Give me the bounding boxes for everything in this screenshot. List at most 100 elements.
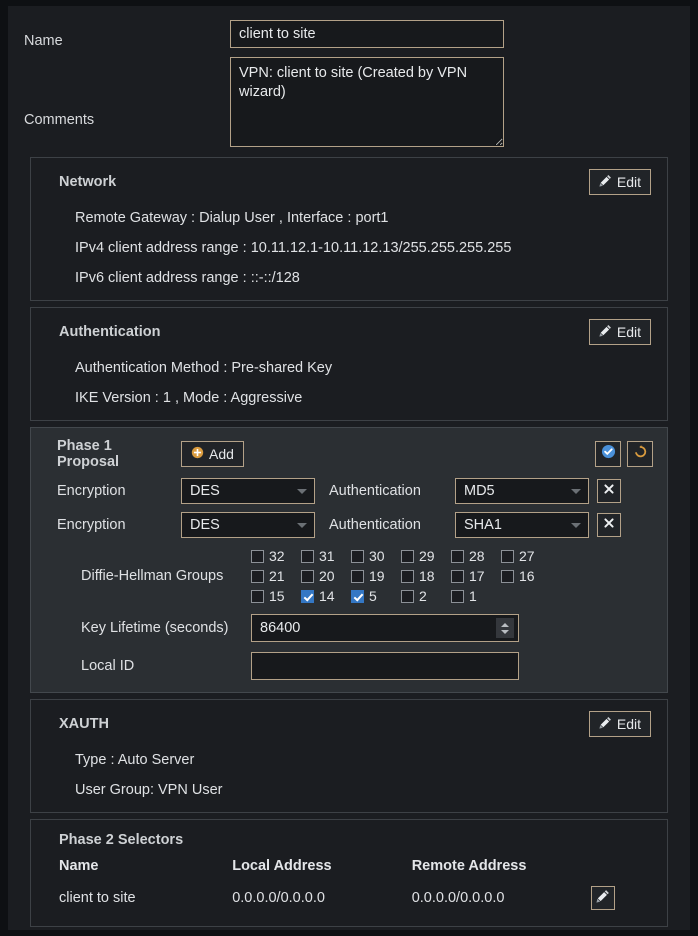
- dh-group-32-checkbox[interactable]: [251, 550, 264, 563]
- phase2-row-edit-button[interactable]: [591, 886, 615, 910]
- authentication-select[interactable]: MD5: [455, 478, 589, 504]
- column-header-local-address: Local Address: [232, 856, 411, 884]
- chevron-down-icon: [571, 523, 581, 528]
- encryption-value: DES: [190, 483, 220, 499]
- dh-group-19-label: 19: [369, 568, 385, 584]
- comments-textarea[interactable]: VPN: client to site (Created by VPN wiza…: [230, 57, 504, 147]
- network-edit-label: Edit: [617, 174, 641, 190]
- dh-group-16-checkbox[interactable]: [501, 570, 514, 583]
- diffie-hellman-groups-row: Diffie-Hellman Groups 323130292827212019…: [45, 548, 653, 604]
- dh-group-31-checkbox[interactable]: [301, 550, 314, 563]
- key-lifetime-stepper[interactable]: [496, 618, 514, 638]
- key-lifetime-value: 86400: [260, 620, 300, 636]
- dh-group-16[interactable]: 16: [501, 568, 551, 584]
- dh-group-1[interactable]: 1: [451, 588, 501, 604]
- key-lifetime-input[interactable]: 86400: [251, 614, 519, 642]
- dh-group-2[interactable]: 2: [401, 588, 451, 604]
- encryption-select[interactable]: DES: [181, 512, 315, 538]
- encryption-select[interactable]: DES: [181, 478, 315, 504]
- dh-group-19[interactable]: 19: [351, 568, 401, 584]
- authentication-edit-label: Edit: [617, 324, 641, 340]
- name-row: Name: [8, 20, 690, 51]
- dh-group-28[interactable]: 28: [451, 548, 501, 564]
- dh-group-19-checkbox[interactable]: [351, 570, 364, 583]
- cell-actions: [591, 884, 651, 912]
- authentication-select[interactable]: SHA1: [455, 512, 589, 538]
- network-line-1: IPv4 client address range : 10.11.12.1-1…: [47, 240, 651, 256]
- dh-group-20[interactable]: 20: [301, 568, 351, 584]
- pencil-icon: [596, 889, 610, 907]
- tunnel-basic-form: Name Comments VPN: client to site (Creat…: [8, 6, 690, 147]
- xauth-edit-label: Edit: [617, 716, 641, 732]
- authentication-panel: Authentication Edit Authentication Metho…: [30, 307, 668, 421]
- network-panel-header: Network Edit: [47, 168, 651, 196]
- dh-group-5-checkbox[interactable]: [351, 590, 364, 603]
- phase1-revert-button[interactable]: [627, 441, 653, 467]
- dh-group-21[interactable]: 21: [251, 568, 301, 584]
- network-edit-button[interactable]: Edit: [589, 169, 651, 195]
- cell-local-address: 0.0.0.0/0.0.0.0: [232, 884, 411, 912]
- dh-group-30[interactable]: 30: [351, 548, 401, 564]
- diffie-hellman-groups-grid: 3231302928272120191817161514521: [251, 548, 551, 604]
- dh-group-18-checkbox[interactable]: [401, 570, 414, 583]
- pencil-icon: [599, 716, 612, 732]
- dh-group-29-checkbox[interactable]: [401, 550, 414, 563]
- dh-group-27-checkbox[interactable]: [501, 550, 514, 563]
- dh-group-29[interactable]: 29: [401, 548, 451, 564]
- dh-group-14-checkbox[interactable]: [301, 590, 314, 603]
- dh-group-18[interactable]: 18: [401, 568, 451, 584]
- key-lifetime-row: Key Lifetime (seconds) 86400: [45, 614, 653, 642]
- key-lifetime-label: Key Lifetime (seconds): [45, 620, 251, 636]
- authentication-label: Authentication: [315, 483, 455, 499]
- chevron-down-icon: [297, 523, 307, 528]
- dh-group-32[interactable]: 32: [251, 548, 301, 564]
- dh-group-30-label: 30: [369, 548, 385, 564]
- undo-icon: [633, 444, 648, 464]
- name-input[interactable]: [230, 20, 504, 48]
- dh-group-2-checkbox[interactable]: [401, 590, 414, 603]
- phase1-add-button[interactable]: Add: [181, 441, 244, 467]
- phase1-apply-button[interactable]: [595, 441, 621, 467]
- dh-group-14[interactable]: 14: [301, 588, 351, 604]
- dh-group-21-label: 21: [269, 568, 285, 584]
- authentication-label: Authentication: [315, 517, 455, 533]
- authentication-title: Authentication: [47, 324, 161, 340]
- dh-group-15-checkbox[interactable]: [251, 590, 264, 603]
- dh-group-row: 32 31 30 29 28 27: [251, 548, 551, 564]
- dh-group-5[interactable]: 5: [351, 588, 401, 604]
- phase1-proposal-panel: Phase 1 Proposal Add: [30, 427, 668, 693]
- dh-group-28-label: 28: [469, 548, 485, 564]
- dh-group-21-checkbox[interactable]: [251, 570, 264, 583]
- authentication-edit-button[interactable]: Edit: [589, 319, 651, 345]
- dh-group-17[interactable]: 17: [451, 568, 501, 584]
- diffie-hellman-groups-label: Diffie-Hellman Groups: [45, 568, 251, 584]
- dh-group-27[interactable]: 27: [501, 548, 551, 564]
- dh-group-28-checkbox[interactable]: [451, 550, 464, 563]
- dh-group-15[interactable]: 15: [251, 588, 301, 604]
- cell-name: client to site: [47, 884, 232, 912]
- vpn-tunnel-detail-page: Name Comments VPN: client to site (Creat…: [8, 6, 690, 930]
- phase1-proposal-row: Encryption DES Authentication MD5: [45, 478, 653, 504]
- phase1-delete-proposal-button[interactable]: [597, 513, 621, 537]
- xauth-line-1: User Group: VPN User: [47, 782, 651, 798]
- dh-group-29-label: 29: [419, 548, 435, 564]
- local-id-input[interactable]: [251, 652, 519, 680]
- dh-group-30-checkbox[interactable]: [351, 550, 364, 563]
- phase1-delete-proposal-button[interactable]: [597, 479, 621, 503]
- dh-group-17-checkbox[interactable]: [451, 570, 464, 583]
- plus-circle-icon: [191, 446, 204, 462]
- dh-group-row: 21 20 19 18 1716: [251, 568, 551, 584]
- phase1-add-label: Add: [209, 446, 234, 462]
- dh-group-18-label: 18: [419, 568, 435, 584]
- dh-group-2-label: 2: [419, 588, 427, 604]
- cell-remote-address: 0.0.0.0/0.0.0.0: [412, 884, 591, 912]
- dh-group-31-label: 31: [319, 548, 335, 564]
- dh-group-31[interactable]: 31: [301, 548, 351, 564]
- dh-group-20-checkbox[interactable]: [301, 570, 314, 583]
- dh-group-1-checkbox[interactable]: [451, 590, 464, 603]
- xauth-edit-button[interactable]: Edit: [589, 711, 651, 737]
- local-id-row: Local ID: [45, 652, 653, 680]
- phase1-title: Phase 1 Proposal: [45, 438, 169, 470]
- encryption-label: Encryption: [45, 483, 181, 499]
- x-icon: [603, 482, 615, 500]
